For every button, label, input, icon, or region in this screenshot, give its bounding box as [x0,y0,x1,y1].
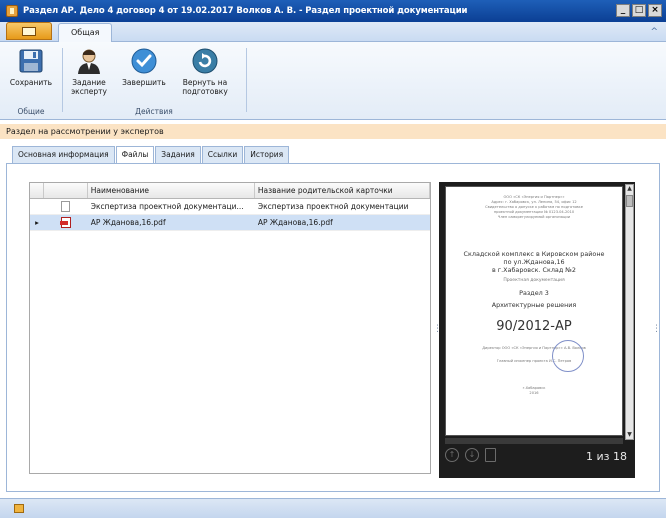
ribbon-group-general: Сохранить Общие [4,46,58,116]
document-icon[interactable] [485,448,496,462]
scroll-down-icon[interactable]: ▼ [626,431,633,439]
files-panel: Наименование Название родительской карто… [6,163,660,492]
stamp [552,340,584,372]
group-label-general: Общие [17,107,45,116]
tab-files[interactable]: Файлы [115,146,155,164]
minimize-button[interactable]: _ [616,4,630,17]
task-expert-label-2: эксперту [71,87,107,96]
page-counter: 1 из 18 [586,450,627,463]
row-icon-cell [44,199,88,214]
row-indicator: ▸ [35,218,39,227]
status-strip: Раздел на рассмотрении у экспертов [0,124,666,139]
table-row[interactable]: Экспертиза проектной документаци... Эксп… [30,199,430,215]
window-title: Раздел АР. Дело 4 договор 4 от 19.02.201… [23,6,468,16]
return-label-1: Вернуть на [182,78,228,87]
app-icon [6,5,18,17]
cell-parent: АР Жданова,16.pdf [257,218,333,227]
pdf-icon [59,217,71,228]
return-label-2: подготовку [182,87,228,96]
close-button[interactable]: × [648,4,662,17]
cell-parent: Экспертиза проектной документации [257,202,409,211]
row-indicator [30,199,44,214]
splitter-handle[interactable] [652,322,655,336]
scroll-up-icon[interactable]: ▲ [626,185,633,193]
page-down-icon[interactable]: ↓ [465,448,479,462]
page-text: Складской комплекс в Кировском районе [463,250,605,258]
ribbon-group-divider [62,48,63,112]
check-icon [129,46,159,76]
return-to-preparation-button[interactable]: Вернуть на подготовку [174,46,236,96]
ribbon-group-divider [246,48,247,112]
viewer-hscroll[interactable] [445,438,623,444]
page-header: ООО «СК «Энергия и Партнер»» Адрес: г. Х… [446,187,622,220]
page-text: в г.Хабаровск. Склад №2 [492,266,576,274]
bottom-status-bar [0,498,666,518]
tab-links[interactable]: Ссылки [201,146,244,163]
splitter-handle[interactable] [433,322,436,336]
user-icon [74,46,104,76]
viewer-toolbar: ↑ ↓ [445,448,496,462]
page-text: Раздел 3 [519,289,549,297]
document-viewer[interactable]: ООО «СК «Энергия и Партнер»» Адрес: г. Х… [439,182,635,478]
content-tabs: Основная информация Файлы Задания Ссылки… [12,146,290,164]
ribbon: Сохранить Общие Задание эксперту Заверши… [0,42,666,120]
ribbon-tab-general[interactable]: Общая [58,23,113,42]
save-button[interactable]: Сохранить [4,46,58,87]
group-label-actions: Действия [135,107,173,116]
finish-button[interactable]: Завершить [118,46,170,87]
tab-main-info[interactable]: Основная информация [12,146,115,163]
cell-name: АР Жданова,16.pdf [90,218,166,227]
header-indicator-cell [30,183,44,198]
page-text: Проектная документация [503,278,565,283]
ribbon-collapse-icon[interactable]: ^ [650,27,658,37]
project-title: Складской комплекс в Кировском районе по… [446,220,622,274]
finish-label: Завершить [122,78,166,87]
viewer-scrollbar[interactable]: ▲ ▼ [625,184,634,440]
tab-history[interactable]: История [244,146,290,163]
signatures: Директор ООО «СК «Энергия и Партнер»» А.… [446,334,622,372]
page-footer: г.Хабаровск 2016 [446,364,622,396]
page-text: по ул.Жданова,16 [503,258,565,266]
page-up-icon[interactable]: ↑ [445,448,459,462]
cell-name: Экспертиза проектной документаци... [90,202,244,211]
tab-tasks[interactable]: Задания [155,146,201,163]
title-bar: Раздел АР. Дело 4 договор 4 от 19.02.201… [0,0,666,22]
scroll-thumb[interactable] [626,195,633,207]
document-page: ООО «СК «Энергия и Партнер»» Адрес: г. Х… [445,186,623,436]
page-text: 2016 [529,391,539,395]
document-icon [61,201,71,212]
row-icon-cell [44,215,88,230]
files-table: Наименование Название родительской карто… [29,182,431,474]
table-header: Наименование Название родительской карто… [30,183,430,199]
header-icon-cell [44,183,88,198]
save-icon [16,46,46,76]
page-code: 90/2012-АР [496,319,572,334]
save-label: Сохранить [9,78,53,87]
page-text: Главный инженер проекта И.С. Петров [496,359,572,363]
task-expert-label-1: Задание [72,78,106,87]
page-text: Архитектурные решения [491,301,577,309]
table-row[interactable]: ▸ АР Жданова,16.pdf АР Жданова,16.pdf [30,215,430,231]
task-expert-button[interactable]: Задание эксперту [66,46,112,96]
return-arrow-icon [190,46,220,76]
app-menu-icon [22,26,36,36]
column-header-name[interactable]: Наименование [88,183,255,198]
column-header-parent[interactable]: Название родительской карточки [255,183,430,198]
folder-icon[interactable] [14,504,24,513]
content-area: Основная информация Файлы Задания Ссылки… [6,142,660,492]
ribbon-tab-row: Общая ^ [0,22,666,42]
app-menu-button[interactable] [6,22,52,40]
window-controls: _ □ × [616,4,662,17]
maximize-button[interactable]: □ [632,4,646,17]
ribbon-group-actions: Задание эксперту Завершить Вернуть на по… [66,46,242,116]
